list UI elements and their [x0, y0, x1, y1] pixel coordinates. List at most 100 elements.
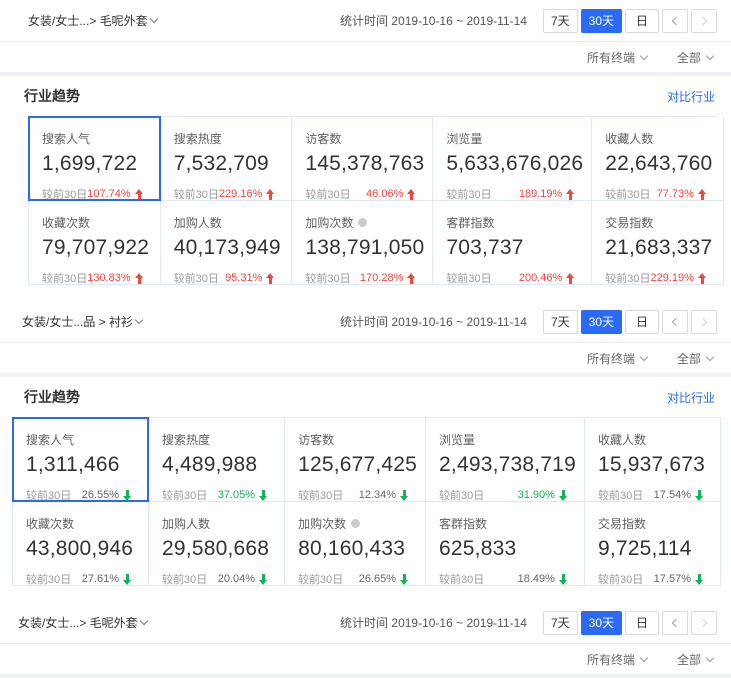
change-percent: 26.55%	[82, 489, 119, 501]
metric-value: 1,311,466	[26, 453, 140, 477]
next-period-button[interactable]	[691, 310, 717, 334]
range-30d-button[interactable]: 30天	[581, 310, 622, 334]
range-day-button[interactable]: 日	[625, 9, 659, 33]
metric-card[interactable]: 收藏次数 79,707,922 较前30日 130.83%	[29, 201, 161, 285]
range-7d-button[interactable]: 7天	[543, 310, 578, 334]
info-icon[interactable]	[351, 519, 360, 528]
stats-time-label: 统计时间	[340, 616, 388, 630]
metric-card[interactable]: 访客数 125,677,425 较前30日 12.34%	[285, 418, 426, 502]
stats-time-label: 统计时间	[340, 315, 388, 329]
compare-period-label: 较前30日	[26, 571, 71, 587]
metric-label: 加购人数	[174, 214, 222, 231]
metric-label: 访客数	[305, 130, 341, 147]
category-breadcrumb[interactable]: 女装/女士...> 毛呢外套	[18, 614, 147, 631]
change-percent: 229.19%	[651, 272, 694, 284]
range-30d-button[interactable]: 30天	[581, 611, 622, 635]
down-arrow-icon	[123, 490, 132, 501]
metric-card[interactable]: 浏览量 5,633,676,026 较前30日 189.19%	[433, 117, 592, 201]
down-arrow-icon	[695, 574, 704, 585]
chevron-left-icon	[672, 618, 680, 626]
chevron-right-icon	[699, 317, 707, 325]
chevron-down-icon	[640, 51, 648, 59]
compare-period-label: 较前30日	[605, 186, 650, 202]
metric-label: 收藏次数	[26, 515, 74, 532]
compare-industry-link[interactable]: 对比行业	[667, 389, 715, 406]
range-day-button[interactable]: 日	[625, 310, 659, 334]
metric-card[interactable]: 搜索热度 4,489,988 较前30日 37.05%	[149, 418, 285, 502]
scope-dropdown[interactable]: 全部	[677, 350, 713, 367]
compare-industry-link[interactable]: 对比行业	[667, 88, 715, 105]
chevron-down-icon	[706, 653, 714, 661]
change-percent: 12.34%	[359, 489, 396, 501]
metric-card[interactable]: 收藏人数 15,937,673 较前30日 17.54%	[585, 418, 721, 502]
metric-card[interactable]: 访客数 145,378,763 较前30日 46.06%	[292, 117, 433, 201]
metric-value: 79,707,922	[42, 236, 152, 260]
chevron-down-icon	[640, 653, 648, 661]
prev-period-button[interactable]	[662, 9, 688, 33]
breadcrumb-text: 女装/女士...> 毛呢外套	[28, 12, 148, 29]
compare-period-label: 较前30日	[605, 270, 650, 286]
chevron-down-icon	[139, 617, 147, 625]
next-period-button[interactable]	[691, 611, 717, 635]
metric-label: 搜索人气	[26, 431, 74, 448]
chevron-down-icon	[706, 352, 714, 360]
down-arrow-icon	[559, 574, 568, 585]
metric-value: 80,160,433	[298, 537, 417, 561]
chevron-down-icon	[135, 316, 143, 324]
category-section-3: 女装/女士...> 毛呢外套 统计时间 2019-10-16 ~ 2019-11…	[0, 602, 731, 678]
next-period-button[interactable]	[691, 9, 717, 33]
metric-card[interactable]: 加购次数 138,791,050 较前30日 170.28%	[292, 201, 433, 285]
panel-title: 行业趋势	[24, 86, 80, 106]
prev-period-button[interactable]	[662, 310, 688, 334]
compare-period-label: 较前30日	[305, 270, 350, 286]
metric-label: 客群指数	[446, 214, 494, 231]
metric-card[interactable]: 搜索人气 1,311,466 较前30日 26.55%	[13, 418, 149, 502]
prev-period-button[interactable]	[662, 611, 688, 635]
up-arrow-icon	[566, 189, 575, 200]
metric-card[interactable]: 收藏人数 22,643,760 较前30日 77.73%	[592, 117, 724, 201]
compare-period-label: 较前30日	[298, 571, 343, 587]
compare-period-label: 较前30日	[42, 270, 87, 286]
metric-card[interactable]: 加购人数 40,173,949 较前30日 95.31%	[161, 201, 293, 285]
metric-card[interactable]: 客群指数 703,737 较前30日 200.46%	[433, 201, 592, 285]
compare-period-label: 较前30日	[162, 571, 207, 587]
chevron-down-icon	[706, 51, 714, 59]
metric-card[interactable]: 加购次数 80,160,433 较前30日 26.65%	[285, 502, 426, 586]
metric-value: 22,643,760	[605, 152, 715, 176]
compare-period-label: 较前30日	[162, 487, 207, 503]
metric-value: 4,489,988	[162, 453, 276, 477]
compare-period-label: 较前30日	[598, 571, 643, 587]
metric-label: 浏览量	[446, 130, 482, 147]
terminal-dropdown[interactable]: 所有终端	[587, 49, 647, 66]
range-30d-button[interactable]: 30天	[581, 9, 622, 33]
scope-dropdown[interactable]: 全部	[677, 651, 713, 668]
range-7d-button[interactable]: 7天	[543, 611, 578, 635]
range-day-button[interactable]: 日	[625, 611, 659, 635]
metric-label: 搜索热度	[162, 431, 210, 448]
metric-card[interactable]: 浏览量 2,493,738,719 较前30日 31.90%	[426, 418, 585, 502]
metric-card[interactable]: 收藏次数 43,800,946 较前30日 27.61%	[13, 502, 149, 586]
category-breadcrumb[interactable]: 女装/女士...品 > 衬衫	[22, 313, 142, 330]
metric-card[interactable]: 加购人数 29,580,668 较前30日 20.04%	[149, 502, 285, 586]
metric-card[interactable]: 搜索人气 1,699,722 较前30日 107.74%	[29, 117, 161, 201]
range-7d-button[interactable]: 7天	[543, 9, 578, 33]
terminal-dropdown[interactable]: 所有终端	[587, 350, 647, 367]
scope-dropdown[interactable]: 全部	[677, 49, 713, 66]
metric-card[interactable]: 交易指数 21,683,337 较前30日 229.19%	[592, 201, 724, 285]
change-percent: 170.28%	[360, 272, 403, 284]
metric-card[interactable]: 客群指数 625,833 较前30日 18.49%	[426, 502, 585, 586]
terminal-dropdown[interactable]: 所有终端	[587, 651, 647, 668]
metric-label: 收藏人数	[605, 130, 653, 147]
industry-trend-panel: 行业趋势 对比行业 搜索人气 1,311,466 较前30日 26.55% 搜索…	[0, 377, 731, 602]
terminal-dropdown-label: 所有终端	[587, 49, 635, 66]
date-range-value: 2019-10-16 ~ 2019-11-14	[391, 315, 527, 329]
breadcrumb-text: 女装/女士...> 毛呢外套	[18, 614, 138, 631]
category-breadcrumb[interactable]: 女装/女士...> 毛呢外套	[28, 12, 157, 29]
metric-label: 浏览量	[439, 431, 475, 448]
metric-card[interactable]: 搜索热度 7,532,709 较前30日 229.16%	[161, 117, 293, 201]
metric-card[interactable]: 交易指数 9,725,114 较前30日 17.57%	[585, 502, 721, 586]
compare-period-label: 较前30日	[446, 186, 491, 202]
stats-time-label: 统计时间	[340, 14, 388, 28]
scope-dropdown-label: 全部	[677, 49, 701, 66]
info-icon[interactable]	[358, 218, 367, 227]
